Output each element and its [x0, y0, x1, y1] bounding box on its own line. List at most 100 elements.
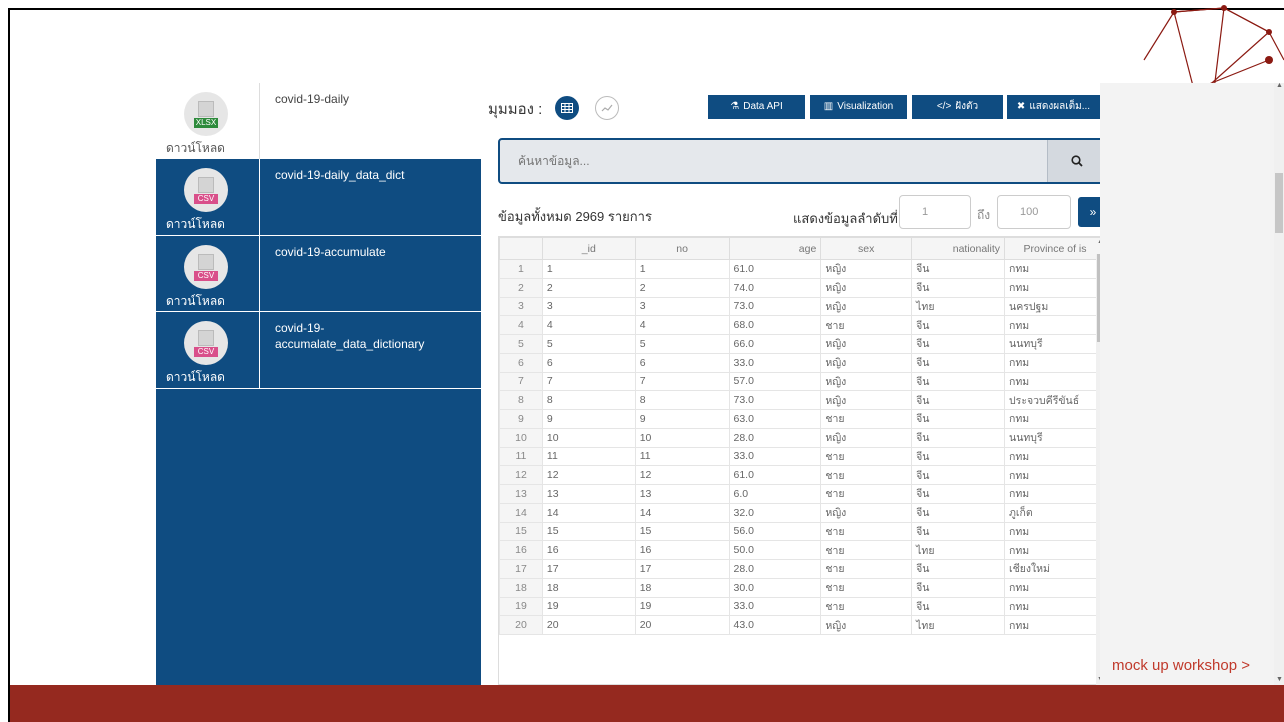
file-name[interactable]: covid-19-accumalate_data_dictionary [275, 320, 465, 352]
table-cell[interactable]: 43.0 [728, 615, 822, 635]
table-row[interactable]: 14 14 14 32.0 หญิง จีน ภูเก็ต [499, 502, 1106, 523]
table-cell[interactable]: จีน [911, 577, 1006, 598]
table-cell[interactable]: กทม [1004, 484, 1106, 504]
table-cell[interactable]: จีน [911, 484, 1006, 504]
column-header[interactable]: nationality [911, 237, 1006, 260]
table-cell[interactable]: 19 [634, 596, 730, 617]
table-cell[interactable]: 14 [634, 502, 730, 523]
table-cell[interactable]: เชียงใหม่ [1004, 559, 1106, 579]
table-cell[interactable]: 56.0 [728, 521, 822, 542]
table-cell[interactable]: หญิง [820, 296, 913, 317]
column-header[interactable]: no [634, 237, 730, 260]
table-view-button[interactable] [555, 96, 579, 120]
page-scroll-down-arrow-icon[interactable]: ▼ [1276, 676, 1283, 683]
table-cell[interactable]: 20 [541, 615, 636, 635]
csv-file-icon[interactable]: CSV [184, 321, 228, 365]
table-cell[interactable]: 33.0 [728, 596, 822, 617]
table-cell[interactable]: 30.0 [728, 577, 822, 598]
table-cell[interactable]: จีน [911, 315, 1006, 335]
table-cell[interactable]: 63.0 [728, 409, 822, 429]
table-cell[interactable]: 32.0 [728, 502, 822, 523]
table-cell[interactable]: 74.0 [728, 277, 822, 298]
table-cell[interactable]: 57.0 [728, 371, 822, 392]
table-row[interactable]: 13 13 13 6.0 ชาย จีน กทม [499, 484, 1106, 504]
table-row[interactable]: 8 8 8 73.0 หญิง จีน ประจวบคีรีขันธ์ [499, 390, 1106, 410]
data-api-button[interactable]: ⚗ Data API [708, 95, 805, 119]
table-cell[interactable]: 2 [634, 277, 730, 298]
table-cell[interactable]: หญิง [820, 390, 913, 410]
table-cell[interactable]: หญิง [820, 334, 913, 354]
table-row[interactable]: 11 11 11 33.0 ชาย จีน กทม [499, 446, 1106, 467]
table-cell[interactable]: กทม [1004, 371, 1106, 392]
table-row[interactable]: 1 1 1 61.0 หญิง จีน กทม [499, 259, 1106, 279]
table-cell[interactable]: หญิง [820, 502, 913, 523]
download-link[interactable]: ดาวน์โหลด [166, 139, 225, 158]
table-cell[interactable]: กทม [1004, 352, 1106, 373]
table-cell[interactable]: ชาย [820, 465, 913, 485]
table-cell[interactable]: 28.0 [728, 427, 822, 448]
table-row[interactable]: 6 6 6 33.0 หญิง จีน กทม [499, 352, 1106, 373]
table-cell[interactable]: กทม [1004, 277, 1106, 298]
table-cell[interactable]: 6 [541, 352, 636, 373]
table-cell[interactable]: 20 [634, 615, 730, 635]
table-cell[interactable]: ชาย [820, 559, 913, 579]
visualization-button[interactable]: ▥ Visualization [810, 95, 907, 119]
table-cell[interactable]: กทม [1004, 465, 1106, 485]
page-scroll-up-arrow-icon[interactable]: ▲ [1276, 82, 1283, 89]
table-cell[interactable]: 6 [634, 352, 730, 373]
table-cell[interactable]: 13 [634, 484, 730, 504]
table-cell[interactable]: ชาย [820, 540, 913, 560]
file-name[interactable]: covid-19-daily_data_dict [275, 167, 465, 183]
table-row[interactable]: 16 16 16 50.0 ชาย ไทย กทม [499, 540, 1106, 560]
table-row[interactable]: 4 4 4 68.0 ชาย จีน กทม [499, 315, 1106, 335]
table-cell[interactable]: จีน [911, 277, 1006, 298]
table-row[interactable]: 15 15 15 56.0 ชาย จีน กทม [499, 521, 1106, 542]
table-cell[interactable]: 13 [541, 484, 636, 504]
table-cell[interactable]: กทม [1004, 596, 1106, 617]
file-item-covid-19-daily[interactable]: XLSX ดาวน์โหลด covid-19-daily [156, 83, 481, 159]
table-cell[interactable]: จีน [911, 465, 1006, 485]
table-cell[interactable]: ชาย [820, 577, 913, 598]
table-cell[interactable]: จีน [911, 559, 1006, 579]
table-cell[interactable]: จีน [911, 259, 1006, 279]
table-cell[interactable]: 18 [634, 577, 730, 598]
table-cell[interactable]: 33.0 [728, 446, 822, 467]
table-cell[interactable]: ชาย [820, 446, 913, 467]
table-cell[interactable]: 12 [634, 465, 730, 485]
table-cell[interactable]: จีน [911, 502, 1006, 523]
table-row[interactable]: 7 7 7 57.0 หญิง จีน กทม [499, 371, 1106, 392]
table-cell[interactable]: จีน [911, 371, 1006, 392]
table-cell[interactable]: ไทย [911, 540, 1006, 560]
table-cell[interactable]: 66.0 [728, 334, 822, 354]
table-cell[interactable]: นนทบุรี [1004, 427, 1106, 448]
search-input[interactable] [500, 140, 1048, 182]
table-row[interactable]: 10 10 10 28.0 หญิง จีน นนทบุรี [499, 427, 1106, 448]
table-cell[interactable]: กทม [1004, 315, 1106, 335]
xlsx-file-icon[interactable]: XLSX [184, 92, 228, 136]
table-cell[interactable]: จีน [911, 409, 1006, 429]
table-cell[interactable]: ชาย [820, 521, 913, 542]
table-cell[interactable]: กทม [1004, 259, 1106, 279]
table-row[interactable]: 20 20 20 43.0 หญิง ไทย กทม [499, 615, 1106, 635]
table-cell[interactable]: ชาย [820, 596, 913, 617]
scrollbar-thumb[interactable] [1275, 173, 1283, 233]
table-cell[interactable]: 1 [541, 259, 636, 279]
table-cell[interactable]: 15 [541, 521, 636, 542]
table-cell[interactable]: 19 [541, 596, 636, 617]
table-cell[interactable]: 50.0 [728, 540, 822, 560]
table-cell[interactable]: 17 [634, 559, 730, 579]
file-name[interactable]: covid-19-daily [275, 91, 465, 107]
table-cell[interactable]: จีน [911, 521, 1006, 542]
table-cell[interactable]: ไทย [911, 615, 1006, 635]
download-link[interactable]: ดาวน์โหลด [166, 368, 225, 387]
download-link[interactable]: ดาวน์โหลด [166, 292, 225, 311]
table-cell[interactable]: 18 [541, 577, 636, 598]
table-cell[interactable]: 9 [634, 409, 730, 429]
table-cell[interactable]: จีน [911, 334, 1006, 354]
table-cell[interactable]: 3 [634, 296, 730, 317]
table-cell[interactable]: 4 [541, 315, 636, 335]
table-cell[interactable]: หญิง [820, 427, 913, 448]
table-cell[interactable]: จีน [911, 352, 1006, 373]
table-cell[interactable]: 10 [634, 427, 730, 448]
fullscreen-button[interactable]: ✖ แสดงผลเต็ม... [1007, 95, 1100, 119]
